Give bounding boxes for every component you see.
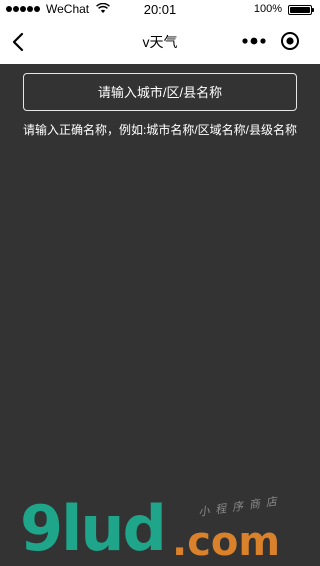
mini-program-capsule <box>234 29 306 53</box>
status-bar: WeChat 20:01 100% <box>0 0 320 20</box>
battery-percent: 100% <box>253 3 282 15</box>
screen: WeChat 20:01 100% v天气 请输入城市/区/县名称 请输入正确名… <box>0 0 320 566</box>
more-dots-icon <box>242 37 266 45</box>
watermark: 9lud .com 小程序商店 <box>20 492 320 566</box>
close-button[interactable] <box>274 29 306 53</box>
more-button[interactable] <box>234 29 274 53</box>
city-search-input[interactable] <box>23 73 297 111</box>
navigation-bar: v天气 <box>0 20 320 64</box>
battery-icon <box>288 5 314 15</box>
watermark-tagline: 小程序商店 <box>197 495 284 519</box>
close-circle-icon <box>281 32 299 50</box>
watermark-domain: .com <box>172 519 281 565</box>
watermark-logo: 9lud <box>20 492 167 565</box>
input-hint: 请输入正确名称，例如:城市名称/区域名称/县级名称 <box>22 123 297 137</box>
